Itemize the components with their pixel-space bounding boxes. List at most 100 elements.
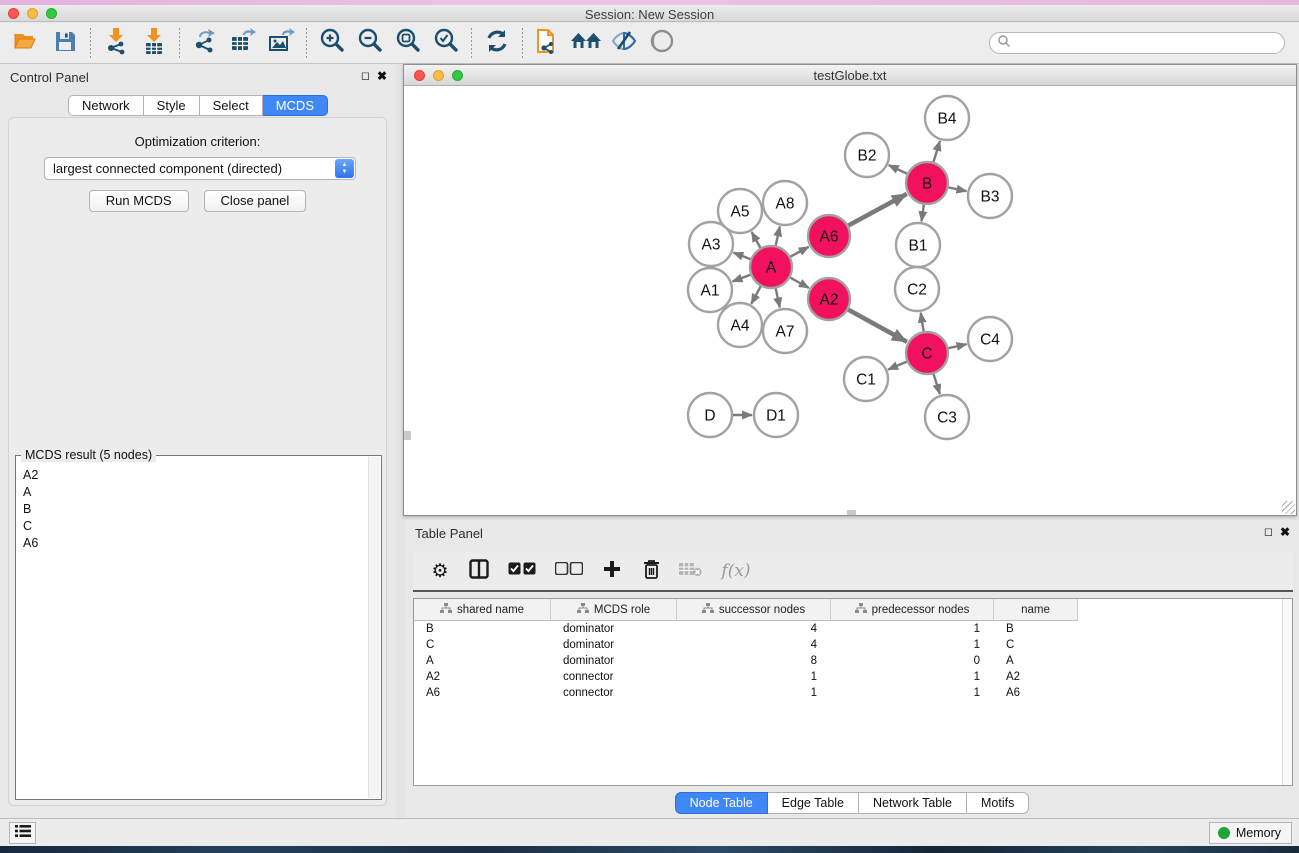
edge-B-B4[interactable] — [933, 141, 939, 162]
graph-node-B2[interactable]: B2 — [845, 133, 889, 177]
network-window-titlebar[interactable]: testGlobe.txt — [404, 65, 1296, 86]
criterion-dropdown[interactable]: largest connected component (directed) ▲… — [44, 157, 356, 180]
result-list-item[interactable]: A6 — [18, 534, 367, 551]
edge-A-A4[interactable] — [751, 286, 760, 303]
zoom-selected-button[interactable] — [427, 26, 465, 60]
edge-B-B2[interactable] — [889, 165, 907, 174]
graph-node-A6[interactable]: A6 — [808, 215, 850, 257]
table-cell[interactable]: 1 — [831, 639, 994, 651]
zoom-fit-button[interactable] — [389, 26, 427, 60]
graph-node-A8[interactable]: A8 — [763, 181, 807, 225]
edge-C-C4[interactable] — [948, 344, 966, 348]
export-image-button[interactable] — [262, 26, 300, 60]
graph-node-B4[interactable]: B4 — [925, 96, 969, 140]
column-header-successor-nodes[interactable]: successor nodes — [677, 599, 831, 621]
task-history-button[interactable] — [9, 822, 36, 844]
edge-A2-C[interactable] — [848, 310, 907, 342]
table-cell[interactable]: B — [414, 623, 551, 635]
close-table-panel-icon[interactable]: ✖ — [1280, 526, 1290, 538]
graph-node-A7[interactable]: A7 — [763, 309, 807, 353]
app-titlebar[interactable]: Session: New Session — [0, 5, 1299, 22]
visual-style-toggle-button[interactable] — [605, 26, 643, 60]
table-cell[interactable]: B — [994, 623, 1078, 635]
tab-node-table[interactable]: Node Table — [675, 792, 768, 814]
refresh-button[interactable] — [478, 26, 516, 60]
table-cell[interactable]: 1 — [831, 687, 994, 699]
column-header-name[interactable]: name — [994, 599, 1078, 621]
edge-A-A7[interactable] — [776, 288, 780, 307]
zoom-out-button[interactable] — [351, 26, 389, 60]
tab-motifs[interactable]: Motifs — [967, 792, 1029, 814]
tab-mcds[interactable]: MCDS — [263, 95, 328, 116]
import-network-button[interactable] — [97, 26, 135, 60]
table-row[interactable]: Bdominator41B — [414, 621, 1292, 637]
edge-C-C2[interactable] — [921, 313, 924, 332]
table-cell[interactable]: A2 — [414, 671, 551, 683]
graph-node-A2[interactable]: A2 — [808, 278, 850, 320]
delete-column-button[interactable] — [638, 558, 664, 584]
table-cell[interactable]: A6 — [414, 687, 551, 699]
graph-node-A3[interactable]: A3 — [689, 222, 733, 266]
create-column-button[interactable] — [599, 558, 625, 584]
column-header-MCDS-role[interactable]: MCDS role — [551, 599, 677, 621]
graph-node-C2[interactable]: C2 — [895, 267, 939, 311]
memory-button[interactable]: Memory — [1209, 822, 1292, 844]
show-hide-button[interactable] — [643, 26, 681, 60]
column-header-predecessor-nodes[interactable]: predecessor nodes — [831, 599, 994, 621]
export-network-button[interactable] — [186, 26, 224, 60]
graph-node-C1[interactable]: C1 — [844, 357, 888, 401]
graph-node-C4[interactable]: C4 — [968, 317, 1012, 361]
edge-C-C1[interactable] — [888, 362, 907, 370]
graph-node-A4[interactable]: A4 — [718, 303, 762, 347]
graph-node-A[interactable]: A — [750, 246, 792, 288]
result-list-item[interactable]: B — [18, 500, 367, 517]
table-cell[interactable]: A — [994, 655, 1078, 667]
table-cell[interactable]: 4 — [677, 623, 831, 635]
table-cell[interactable]: connector — [551, 687, 677, 699]
table-cell[interactable]: dominator — [551, 639, 677, 651]
table-cell[interactable]: 4 — [677, 639, 831, 651]
window-resize-grip[interactable] — [1282, 501, 1295, 514]
export-table-button[interactable] — [224, 26, 262, 60]
table-cell[interactable]: C — [414, 639, 551, 651]
edge-A-A5[interactable] — [752, 232, 761, 248]
select-all-columns-button[interactable] — [505, 558, 539, 584]
result-list-item[interactable]: C — [18, 517, 367, 534]
table-cell[interactable]: 1 — [831, 623, 994, 635]
table-cell[interactable]: connector — [551, 671, 677, 683]
result-list-item[interactable]: A2 — [18, 466, 367, 483]
show-columns-button[interactable] — [466, 558, 492, 584]
network-graph[interactable]: B4B2BB3A8A5A6A3B1AA1C2A2A4A7C4CC1C3DD1 — [404, 86, 1296, 515]
edge-A-A2[interactable] — [790, 278, 809, 288]
table-cell[interactable]: dominator — [551, 655, 677, 667]
network-canvas[interactable]: B4B2BB3A8A5A6A3B1AA1C2A2A4A7C4CC1C3DD1 — [404, 86, 1296, 515]
table-row[interactable]: A6connector11A6 — [414, 685, 1292, 701]
home-view-button[interactable] — [567, 26, 605, 60]
table-cell[interactable]: dominator — [551, 623, 677, 635]
close-panel-button[interactable]: Close panel — [204, 190, 307, 212]
table-row[interactable]: Adominator80A — [414, 653, 1292, 669]
table-cell[interactable]: 1 — [831, 671, 994, 683]
tab-network-table[interactable]: Network Table — [859, 792, 967, 814]
table-cell[interactable]: C — [994, 639, 1078, 651]
float-table-panel-icon[interactable]: ◻ — [1264, 526, 1273, 538]
edge-A-A8[interactable] — [776, 226, 780, 245]
result-scrollbar[interactable] — [368, 457, 380, 798]
table-cell[interactable]: A — [414, 655, 551, 667]
table-row[interactable]: Cdominator41C — [414, 637, 1292, 653]
tab-edge-table[interactable]: Edge Table — [768, 792, 859, 814]
table-row[interactable]: A2connector11A2 — [414, 669, 1292, 685]
table-cell[interactable]: 1 — [677, 671, 831, 683]
tab-select[interactable]: Select — [200, 95, 263, 116]
edge-A-A6[interactable] — [790, 247, 808, 257]
tab-style[interactable]: Style — [144, 95, 200, 116]
graph-node-B1[interactable]: B1 — [896, 223, 940, 267]
graph-node-D[interactable]: D — [688, 393, 732, 437]
close-panel-icon[interactable]: ✖ — [377, 70, 387, 82]
edge-C-C3[interactable] — [934, 374, 940, 394]
open-file-button[interactable] — [8, 26, 46, 60]
unselect-all-columns-button[interactable] — [552, 558, 586, 584]
table-cell[interactable]: 1 — [677, 687, 831, 699]
edge-A-A1[interactable] — [732, 275, 750, 282]
graph-node-A1[interactable]: A1 — [688, 268, 732, 312]
